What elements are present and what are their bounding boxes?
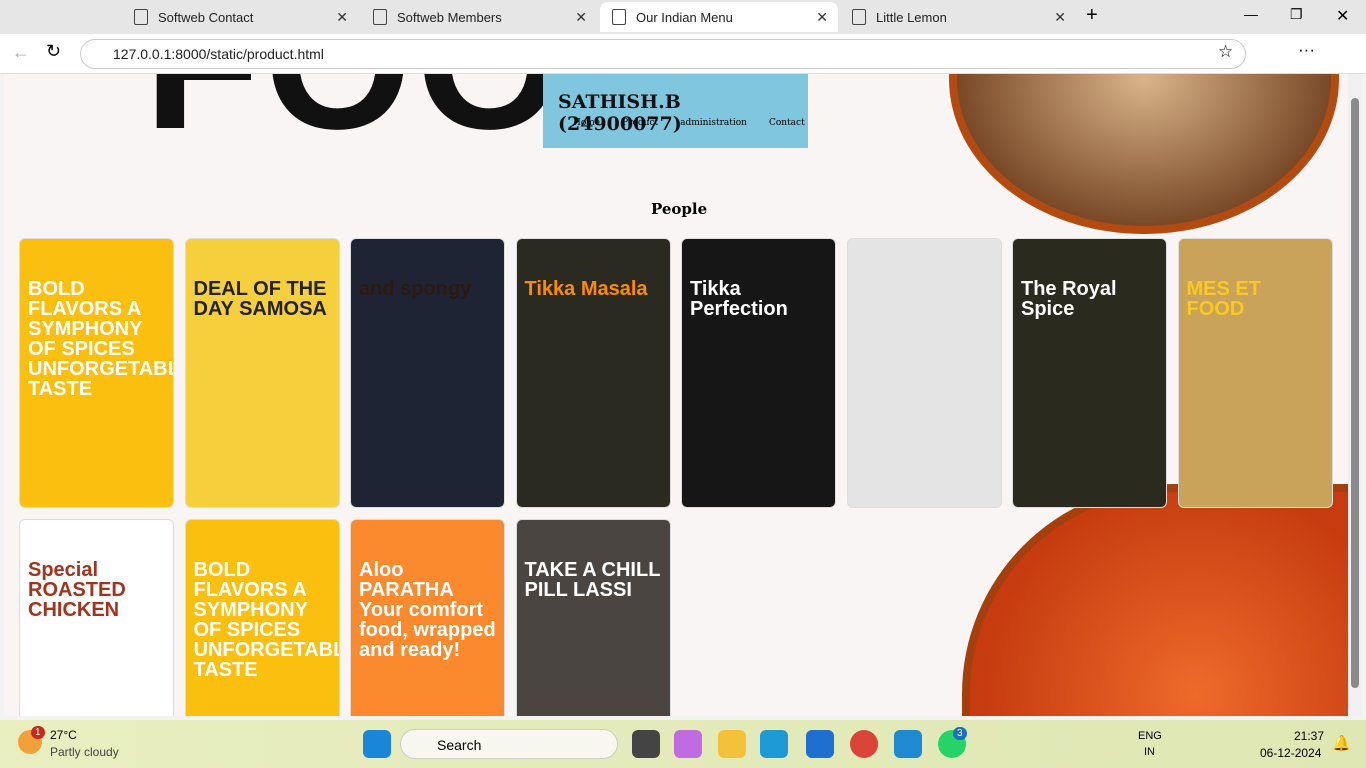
tab-label: Little Lemon — [876, 9, 947, 25]
nav-product[interactable]: Product — [622, 118, 658, 128]
page-content: FOOD SATHISH.B (24900077) Home Product a… — [4, 74, 1348, 716]
language[interactable]: ENG — [1138, 730, 1162, 742]
close-icon[interactable]: ✕ — [575, 9, 587, 26]
file-explorer-icon[interactable] — [718, 730, 746, 758]
section-title: People — [651, 200, 708, 218]
close-icon[interactable]: ✕ — [1054, 9, 1066, 26]
nav-administration[interactable]: administration — [680, 118, 747, 128]
notification-icon[interactable]: 🔔 — [1332, 734, 1351, 752]
banner-title: SATHISH.B (24900077) — [558, 91, 682, 135]
tab-label: Our Indian Menu — [636, 9, 733, 25]
nav-home[interactable]: Home — [573, 118, 600, 128]
region[interactable]: IN — [1144, 746, 1155, 758]
card-text: The Royal Spice — [1021, 278, 1117, 320]
card-text: BOLD FLAVORS A SYMPHONY OF SPICES UNFORG… — [28, 278, 173, 400]
minimize-button[interactable]: — — [1244, 6, 1258, 22]
search-box[interactable]: Search — [400, 729, 618, 759]
tab-label: Softweb Members — [397, 9, 502, 25]
reload-icon[interactable]: ↻ — [46, 41, 61, 62]
scrollbar[interactable] — [1348, 74, 1362, 716]
card-text: DEAL OF THE DAY SAMOSA — [193, 278, 327, 320]
page-icon — [612, 9, 626, 25]
nav-contact[interactable]: Contact — [769, 118, 805, 128]
vscode-icon[interactable] — [894, 730, 922, 758]
menu-card[interactable]: Tikka Masala — [515, 238, 671, 508]
back-icon[interactable]: ← — [12, 42, 30, 63]
tab-softweb-members[interactable]: Softweb Members ✕ — [361, 2, 597, 32]
copilot-icon[interactable] — [674, 730, 702, 758]
maximize-button[interactable]: ❐ — [1290, 6, 1303, 23]
menu-card[interactable]: BOLD FLAVORS A SYMPHONY OF SPICES UNFORG… — [184, 519, 340, 716]
header-banner: SATHISH.B (24900077) Home Product admini… — [543, 74, 808, 148]
card-text: BOLD FLAVORS A SYMPHONY OF SPICES UNFORG… — [193, 559, 339, 681]
edge-icon[interactable] — [760, 730, 788, 758]
card-text: and spongy — [359, 278, 472, 300]
url-text: 127.0.0.1:8000/static/product.html — [113, 46, 324, 62]
food-image-top — [949, 74, 1339, 234]
card-text: MES ET FOOD — [1186, 278, 1261, 320]
card-text: TAKE A CHILL PILL LASSI — [524, 559, 661, 601]
tab-bar: Softweb Contact ✕ Softweb Members ✕ Our In… — [0, 0, 1366, 34]
close-icon[interactable]: ✕ — [816, 9, 828, 26]
whatsapp-badge: 3 — [953, 727, 967, 740]
clock-date[interactable]: 06-12-2024 — [1260, 746, 1321, 760]
start-icon[interactable] — [363, 730, 391, 758]
url-input[interactable]: 127.0.0.1:8000/static/product.html — [80, 39, 1246, 69]
weather-desc: Partly cloudy — [50, 745, 119, 759]
scrollbar-thumb[interactable] — [1351, 98, 1359, 688]
menu-card[interactable]: MES ET FOOD — [1177, 238, 1333, 508]
menu-card[interactable]: BOLD FLAVORS A SYMPHONY OF SPICES UNFORG… — [19, 238, 174, 508]
card-text: Tikka Perfection — [690, 278, 788, 320]
tab-little-lemon[interactable]: Little Lemon ✕ — [840, 2, 1076, 32]
main-nav: Home Product administration Contact — [573, 118, 805, 128]
card-text: Tikka Masala — [524, 278, 648, 300]
page-icon — [852, 9, 866, 25]
chrome-icon[interactable] — [850, 730, 878, 758]
task-view-icon[interactable] — [632, 730, 660, 758]
clock-time[interactable]: 21:37 — [1294, 729, 1324, 743]
more-icon[interactable]: ··· — [1298, 40, 1315, 60]
close-window-button[interactable]: ✕ — [1336, 6, 1349, 26]
menu-card[interactable]: DEAL OF THE DAY SAMOSA — [184, 238, 340, 508]
card-text: Aloo PARATHA Your comfort food, wrapped … — [359, 559, 496, 661]
star-icon[interactable]: ☆ — [1218, 42, 1233, 62]
page-icon — [134, 9, 148, 25]
address-bar: ← ↻ 127.0.0.1:8000/static/product.html ☆… — [0, 34, 1366, 74]
weather-badge: 1 — [31, 726, 45, 739]
menu-card[interactable] — [846, 238, 1002, 508]
close-icon[interactable]: ✕ — [336, 9, 348, 26]
menu-card[interactable]: Special ROASTED CHICKEN — [19, 519, 174, 716]
menu-card[interactable]: Aloo PARATHA Your comfort food, wrapped … — [350, 519, 505, 716]
menu-card[interactable]: TAKE A CHILL PILL LASSI — [515, 519, 671, 716]
menu-card[interactable]: and spongy — [350, 238, 505, 508]
search-label: Search — [437, 737, 482, 753]
weather-temp: 27°C — [50, 728, 77, 742]
menu-card[interactable]: The Royal Spice — [1012, 238, 1167, 508]
food-image-bottom — [962, 484, 1348, 716]
store-icon[interactable] — [806, 730, 834, 758]
page-icon — [373, 9, 387, 25]
tab-our-indian-menu[interactable]: Our Indian Menu ✕ — [600, 2, 838, 32]
taskbar: 1 27°C Partly cloudy Search 3 ENG IN 21:… — [0, 720, 1366, 768]
new-tab-button[interactable]: + — [1086, 4, 1098, 27]
tab-label: Softweb Contact — [158, 9, 254, 25]
menu-card[interactable]: Tikka Perfection — [681, 238, 836, 508]
card-text: Special ROASTED CHICKEN — [28, 559, 126, 621]
tab-softweb-contact[interactable]: Softweb Contact ✕ — [122, 2, 358, 32]
